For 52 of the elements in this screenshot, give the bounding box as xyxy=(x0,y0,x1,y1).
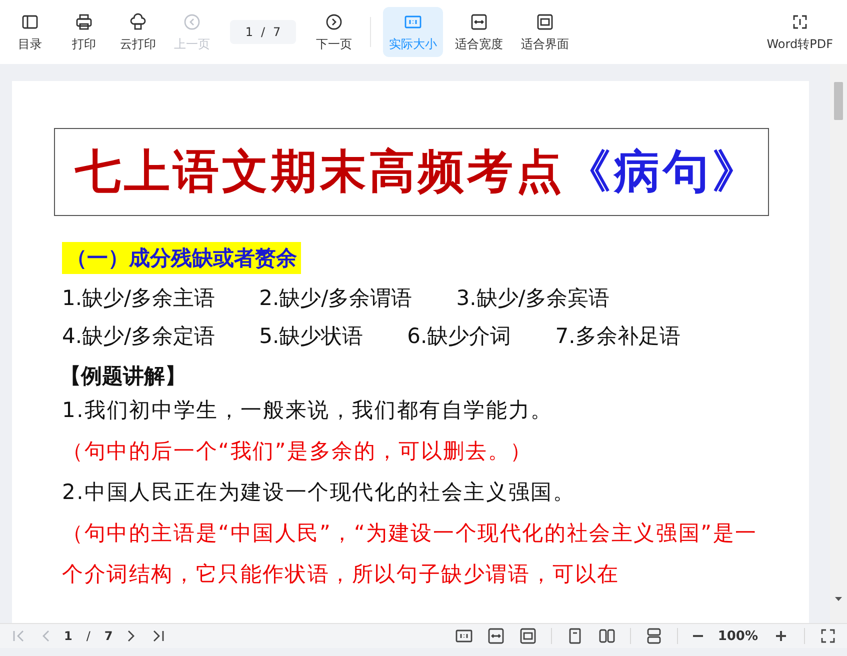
zoom-out-button[interactable] xyxy=(692,634,704,638)
example-sentence: 2.中国人民正在为建设一个现代化的社会主义强国。 xyxy=(62,479,576,506)
minus-icon xyxy=(692,634,704,638)
explanation-text: （句中的主语是“中国人民”，“为建设一个现代化的社会主义强国”是一个介词结构，它只能作状语，所以句子缺少谓语，可以在 xyxy=(62,520,758,588)
fit-page-button[interactable] xyxy=(518,627,537,645)
previous-icon xyxy=(183,13,201,31)
chevron-left-icon xyxy=(42,630,50,642)
next-icon xyxy=(325,13,343,31)
actual-size-icon xyxy=(404,13,422,31)
fit-page-icon xyxy=(536,13,554,31)
printer-icon xyxy=(75,13,93,31)
continuous-scroll-button[interactable] xyxy=(644,627,663,645)
stacked-pages-icon xyxy=(644,627,663,645)
toolbar-button[interactable]: 适合界面 xyxy=(515,7,575,57)
page-number-field[interactable]: 1 / 7 xyxy=(230,20,296,44)
category-item: 3.缺少/多余宾语 xyxy=(456,285,610,312)
toolbar-button[interactable]: 目录 xyxy=(6,7,54,57)
category-item: 4.缺少/多余定语 xyxy=(62,323,216,350)
category-item: 2.缺少/多余谓语 xyxy=(259,285,412,312)
convert-icon xyxy=(790,13,809,31)
toolbar-button[interactable]: 打印 xyxy=(60,7,108,57)
category-item: 7.多余补足语 xyxy=(555,323,680,350)
fit-page-icon xyxy=(518,627,537,645)
example-heading: 【例题讲解】 xyxy=(60,363,187,390)
category-item: 6.缺少介词 xyxy=(407,323,512,350)
fullscreen-button[interactable] xyxy=(819,627,837,645)
fit-width-button[interactable] xyxy=(486,627,505,645)
word-to-pdf-button[interactable]: Word转PDF xyxy=(760,7,839,57)
toolbar-button[interactable]: 云打印 xyxy=(114,7,162,57)
category-item: 5.缺少状语 xyxy=(259,323,364,350)
fit-width-icon xyxy=(486,627,505,645)
current-page: 1 xyxy=(64,629,72,643)
toolbar-button[interactable]: 下一页 xyxy=(310,7,358,57)
actual-size-icon xyxy=(454,627,473,645)
next-page-button[interactable] xyxy=(126,630,135,642)
sidebar-icon xyxy=(21,13,39,31)
zoom-level: 100% xyxy=(718,628,758,644)
fit-width-icon xyxy=(470,13,488,31)
chevron-right-icon xyxy=(126,630,135,642)
two-page-button[interactable] xyxy=(598,627,616,645)
category-item: 1.缺少/多余主语 xyxy=(62,285,216,312)
page-separator: / xyxy=(86,629,90,643)
explanation-text: （句中的后一个“我们”是多余的，可以删去。） xyxy=(62,438,534,465)
two-page-icon xyxy=(598,627,616,645)
document-title: 七上语文期末高频考点《病句》 xyxy=(54,128,769,216)
actual-size-button[interactable] xyxy=(454,627,473,645)
fullscreen-icon xyxy=(819,627,837,645)
total-pages: 7 xyxy=(104,629,113,643)
example-sentence: 1.我们初中学生，一般来说，我们都有自学能力。 xyxy=(62,397,554,424)
toolbar-button[interactable]: 适合宽度 xyxy=(449,7,509,57)
cloud-printer-icon xyxy=(129,13,147,31)
section-heading: （一）成分残缺或者赘余 xyxy=(62,242,301,274)
